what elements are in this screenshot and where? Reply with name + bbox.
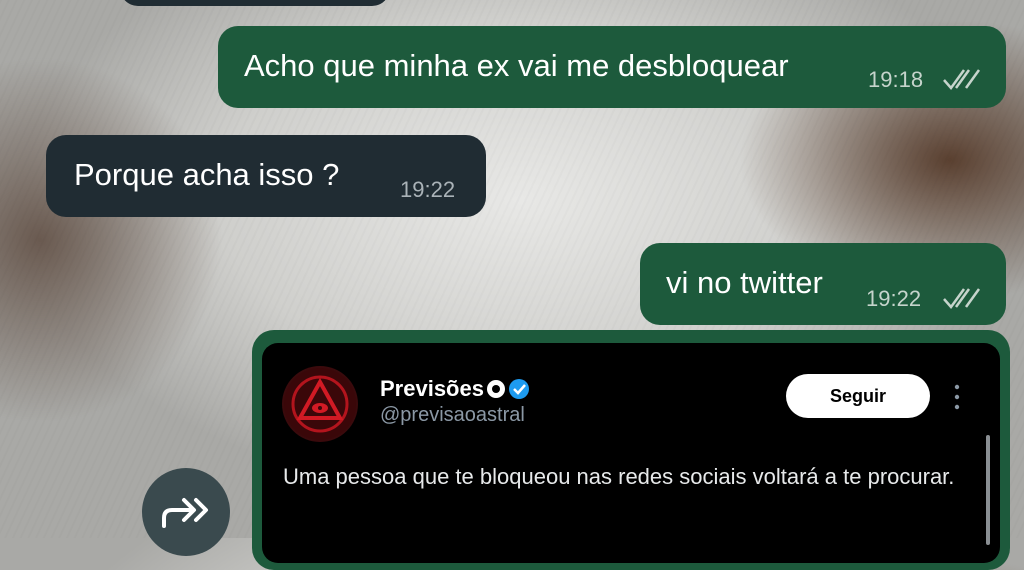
message-text: Porque acha isso ? — [74, 157, 340, 192]
message-text: Acho que minha ex vai me desbloquear — [244, 48, 789, 83]
message-bubble-incoming[interactable]: Porque acha isso ? 19:22 — [46, 135, 486, 217]
scrollbar[interactable] — [986, 435, 990, 545]
badges — [485, 378, 533, 405]
message-time: 19:18 — [868, 67, 924, 92]
forward-button[interactable] — [142, 468, 230, 556]
message-bubble-outgoing[interactable]: Acho que minha ex vai me desbloquear 19:… — [218, 26, 1006, 108]
more-vertical-icon[interactable] — [952, 382, 962, 412]
tweet-author-name[interactable]: Previsões — [380, 376, 484, 402]
double-check-icon — [943, 69, 981, 91]
astral-logo-icon — [284, 368, 356, 440]
tweet-text: Uma pessoa que te bloqueou nas redes soc… — [283, 464, 955, 489]
message-bubble-outgoing[interactable]: vi no twitter 19:22 — [640, 243, 1006, 325]
avatar — [282, 366, 358, 442]
tweet-author-handle[interactable]: @previsaoastral — [380, 404, 525, 427]
double-check-icon — [943, 288, 981, 310]
follow-button[interactable]: Seguir — [786, 374, 930, 418]
message-text: vi no twitter — [666, 265, 823, 300]
message-time: 19:22 — [866, 286, 922, 311]
verified-badge-icon — [509, 379, 529, 399]
message-time: 19:22 — [400, 177, 456, 202]
affiliate-badge-icon — [487, 380, 505, 398]
forward-icon — [162, 498, 208, 528]
previous-message-bubble[interactable] — [120, 0, 390, 6]
